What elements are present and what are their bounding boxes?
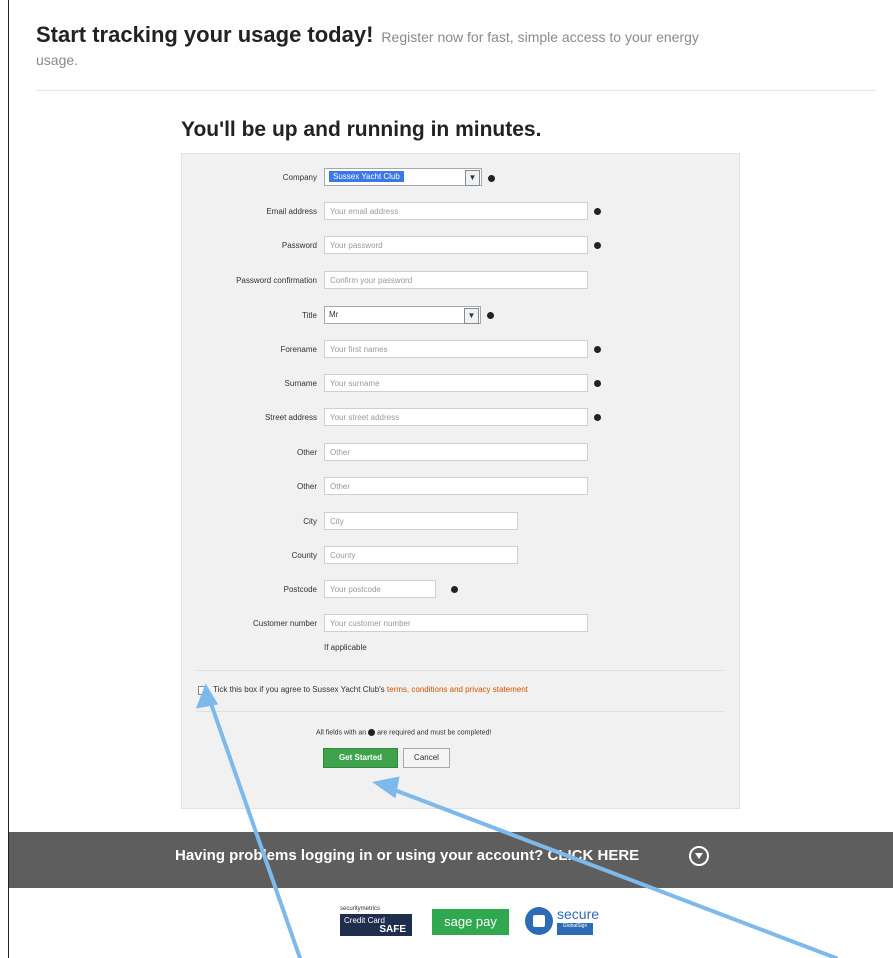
annotation-arrow-button <box>382 784 838 958</box>
annotation-arrowhead <box>372 776 400 799</box>
annotation-overlay <box>195 683 838 958</box>
annotation-arrow-checkbox <box>206 693 302 958</box>
annotation-arrowhead <box>195 683 219 709</box>
